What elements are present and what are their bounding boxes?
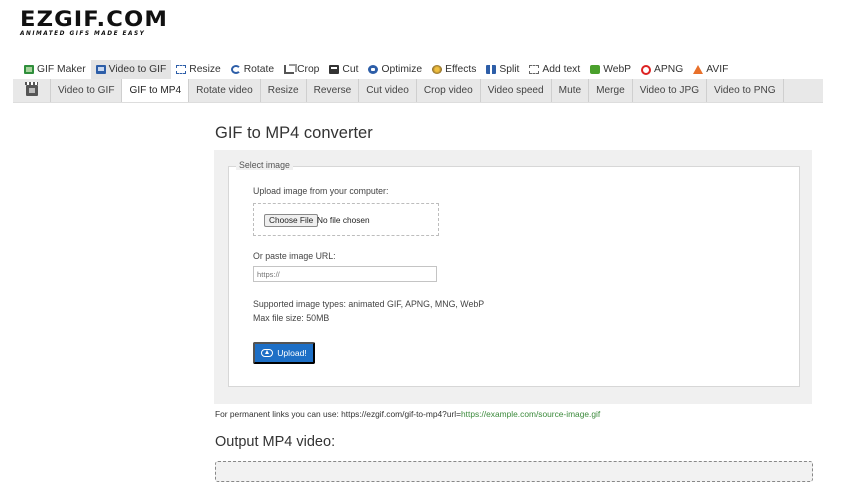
nav-item-gif-maker[interactable]: GIF Maker <box>19 60 91 79</box>
rotate-icon <box>230 65 241 74</box>
paste-url-label: Or paste image URL: <box>253 251 336 261</box>
nav-item-crop[interactable]: Crop <box>279 60 324 79</box>
max-size-text: Max file size: 50MB <box>253 313 330 323</box>
nav-item-split[interactable]: Split <box>481 60 524 79</box>
tab-resize[interactable]: Resize <box>261 79 307 102</box>
nav-item-label: Optimize <box>381 64 423 75</box>
film-icon <box>24 82 38 96</box>
crop-icon <box>284 64 298 74</box>
avif-icon <box>693 65 704 74</box>
permanent-link-text: For permanent links you can use: https:/… <box>215 409 462 419</box>
main-nav: GIF Maker Video to GIF Resize Rotate Cro… <box>19 60 733 79</box>
output-video-area <box>215 461 813 482</box>
optimize-icon <box>368 65 379 74</box>
nav-item-resize[interactable]: Resize <box>171 60 225 79</box>
file-status: No file chosen <box>317 215 370 225</box>
video-tools-home[interactable] <box>13 79 51 102</box>
video-icon <box>95 65 106 74</box>
tab-cut-video[interactable]: Cut video <box>359 79 417 102</box>
tab-video-to-jpg[interactable]: Video to JPG <box>633 79 708 102</box>
nav-item-avif[interactable]: AVIF <box>688 60 733 79</box>
sub-nav: Video to GIF GIF to MP4 Rotate video Res… <box>13 79 823 103</box>
nav-item-label: Add text <box>542 64 581 75</box>
page-title: GIF to MP4 converter <box>215 124 373 142</box>
nav-item-effects[interactable]: Effects <box>427 60 481 79</box>
example-url-link[interactable]: https://example.com/source-image.gif <box>461 409 600 419</box>
upload-panel: Select image Upload image from your comp… <box>214 150 812 404</box>
nav-item-add-text[interactable]: Add text <box>524 60 585 79</box>
nav-item-webp[interactable]: WebP <box>585 60 636 79</box>
cloud-upload-icon <box>261 349 274 357</box>
upload-button-label: Upload! <box>277 348 307 358</box>
nav-item-label: Crop <box>297 64 320 75</box>
tab-video-to-png[interactable]: Video to PNG <box>707 79 784 102</box>
resize-icon <box>176 65 187 74</box>
nav-item-label: APNG <box>654 64 684 75</box>
supported-types-text: Supported image types: animated GIF, APN… <box>253 299 485 309</box>
tab-gif-to-mp4[interactable]: GIF to MP4 <box>122 79 190 102</box>
choose-file-button[interactable]: Choose File <box>264 214 319 227</box>
tab-mute[interactable]: Mute <box>552 79 590 102</box>
nav-item-apng[interactable]: APNG <box>636 60 688 79</box>
nav-item-optimize[interactable]: Optimize <box>363 60 427 79</box>
file-dropzone[interactable]: Choose File No file chosen <box>253 203 439 236</box>
nav-item-label: Video to GIF <box>108 64 167 75</box>
nav-item-label: Rotate <box>243 64 275 75</box>
nav-item-label: GIF Maker <box>37 64 86 75</box>
tab-video-speed[interactable]: Video speed <box>481 79 552 102</box>
nav-item-label: Cut <box>342 64 359 75</box>
nav-item-rotate[interactable]: Rotate <box>226 60 279 79</box>
apng-icon <box>641 64 652 75</box>
tab-rotate-video[interactable]: Rotate video <box>189 79 261 102</box>
logo-wordmark: EZGIF.COM <box>20 7 168 31</box>
image-url-input[interactable] <box>253 266 437 282</box>
nav-item-cut[interactable]: Cut <box>324 60 363 79</box>
select-image-fieldset: Select image Upload image from your comp… <box>228 160 800 387</box>
output-title: Output MP4 video: <box>215 434 336 450</box>
gif-icon <box>24 65 34 74</box>
tab-video-to-gif[interactable]: Video to GIF <box>51 79 123 102</box>
effects-icon <box>432 65 443 74</box>
tab-reverse[interactable]: Reverse <box>307 79 360 102</box>
nav-item-label: Resize <box>189 64 221 75</box>
permanent-link-note: For permanent links you can use: https:/… <box>215 409 600 419</box>
nav-item-label: WebP <box>603 64 632 75</box>
logo-tagline: ANIMATED GIFS MADE EASY <box>20 31 146 37</box>
cut-icon <box>329 65 340 74</box>
webp-icon <box>590 65 601 74</box>
site-logo[interactable]: EZGIF.COM ANIMATED GIFS MADE EASY <box>20 9 167 38</box>
fieldset-legend: Select image <box>236 160 293 170</box>
nav-item-label: AVIF <box>706 64 729 75</box>
upload-button[interactable]: Upload! <box>253 342 315 364</box>
text-icon <box>529 65 540 74</box>
tab-merge[interactable]: Merge <box>589 79 633 102</box>
nav-item-video-to-gif[interactable]: Video to GIF <box>90 60 172 79</box>
tab-crop-video[interactable]: Crop video <box>417 79 481 102</box>
upload-label: Upload image from your computer: <box>253 186 389 196</box>
nav-item-label: Effects <box>445 64 477 75</box>
split-icon <box>486 65 497 74</box>
nav-item-label: Split <box>499 64 520 75</box>
